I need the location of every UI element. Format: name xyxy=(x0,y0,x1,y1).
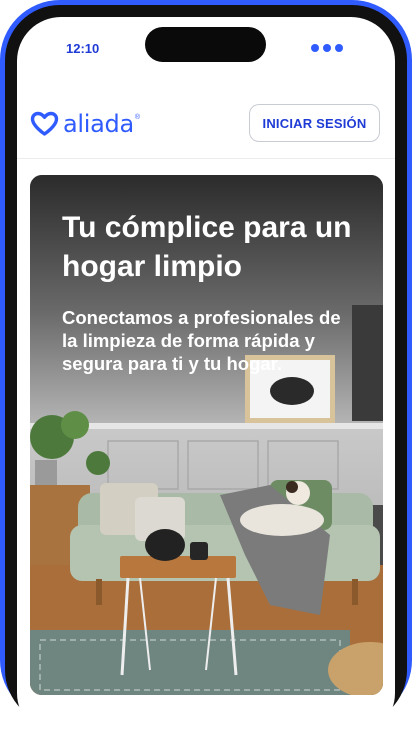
heart-outline-icon xyxy=(30,111,59,136)
hero-subtitle: Conectamos a profesionales de la limpiez… xyxy=(62,307,341,374)
more-dots-icon xyxy=(311,44,343,52)
brand-logo[interactable]: aliada ® xyxy=(30,111,140,136)
brand-name: aliada xyxy=(63,109,134,138)
status-time: 12:10 xyxy=(66,41,100,56)
site-header: aliada ® INICIAR SESIÓN xyxy=(17,101,395,159)
phone-screen: 12:10 aliada ® INICIAR SESIÓN Tu cómplic… xyxy=(17,17,395,737)
registered-mark: ® xyxy=(134,114,141,121)
hero-title: Tu cómplice para un hogar limpio xyxy=(62,211,352,283)
hero-banner: Tu cómplice para un hogar limpio Conecta… xyxy=(30,175,383,695)
dynamic-island xyxy=(145,27,266,62)
login-button[interactable]: INICIAR SESIÓN xyxy=(249,104,380,142)
